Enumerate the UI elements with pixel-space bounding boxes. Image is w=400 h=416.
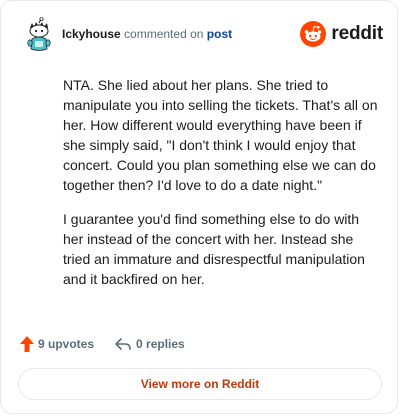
user-avatar[interactable] [21, 17, 57, 53]
view-more-label: View more on Reddit [140, 377, 260, 391]
embedded-comment-card: Ickyhouse commented on post reddit NTA. … [0, 0, 398, 414]
comment-paragraph: NTA. She lied about her plans. She tried… [63, 77, 378, 193]
replies-button[interactable]: 0 replies [114, 336, 185, 352]
comment-header: Ickyhouse commented on post reddit [21, 17, 383, 53]
reddit-wordmark: reddit [331, 23, 383, 44]
reddit-brand[interactable]: reddit [300, 21, 383, 47]
post-link[interactable]: post [207, 27, 232, 41]
reddit-snoo-icon [300, 21, 327, 47]
reply-arrow-icon [115, 338, 131, 350]
replies-count: 0 replies [136, 337, 185, 351]
view-more-on-reddit-button[interactable]: View more on Reddit [18, 368, 382, 400]
comment-actions: 9 upvotes 0 replies [19, 334, 185, 354]
comment-body: NTA. She lied about her plans. She tried… [63, 75, 381, 303]
username-link[interactable]: Ickyhouse [62, 27, 121, 41]
avatar-snoo-icon [27, 17, 51, 51]
upvote-button[interactable]: 9 upvotes [19, 335, 94, 353]
comment-meta: Ickyhouse commented on post [62, 26, 232, 42]
upvotes-count: 9 upvotes [38, 337, 95, 351]
action-text: commented on [124, 27, 204, 41]
comment-paragraph: I guarantee you'd find something else to… [63, 211, 365, 287]
upvote-arrow-icon [20, 336, 34, 352]
